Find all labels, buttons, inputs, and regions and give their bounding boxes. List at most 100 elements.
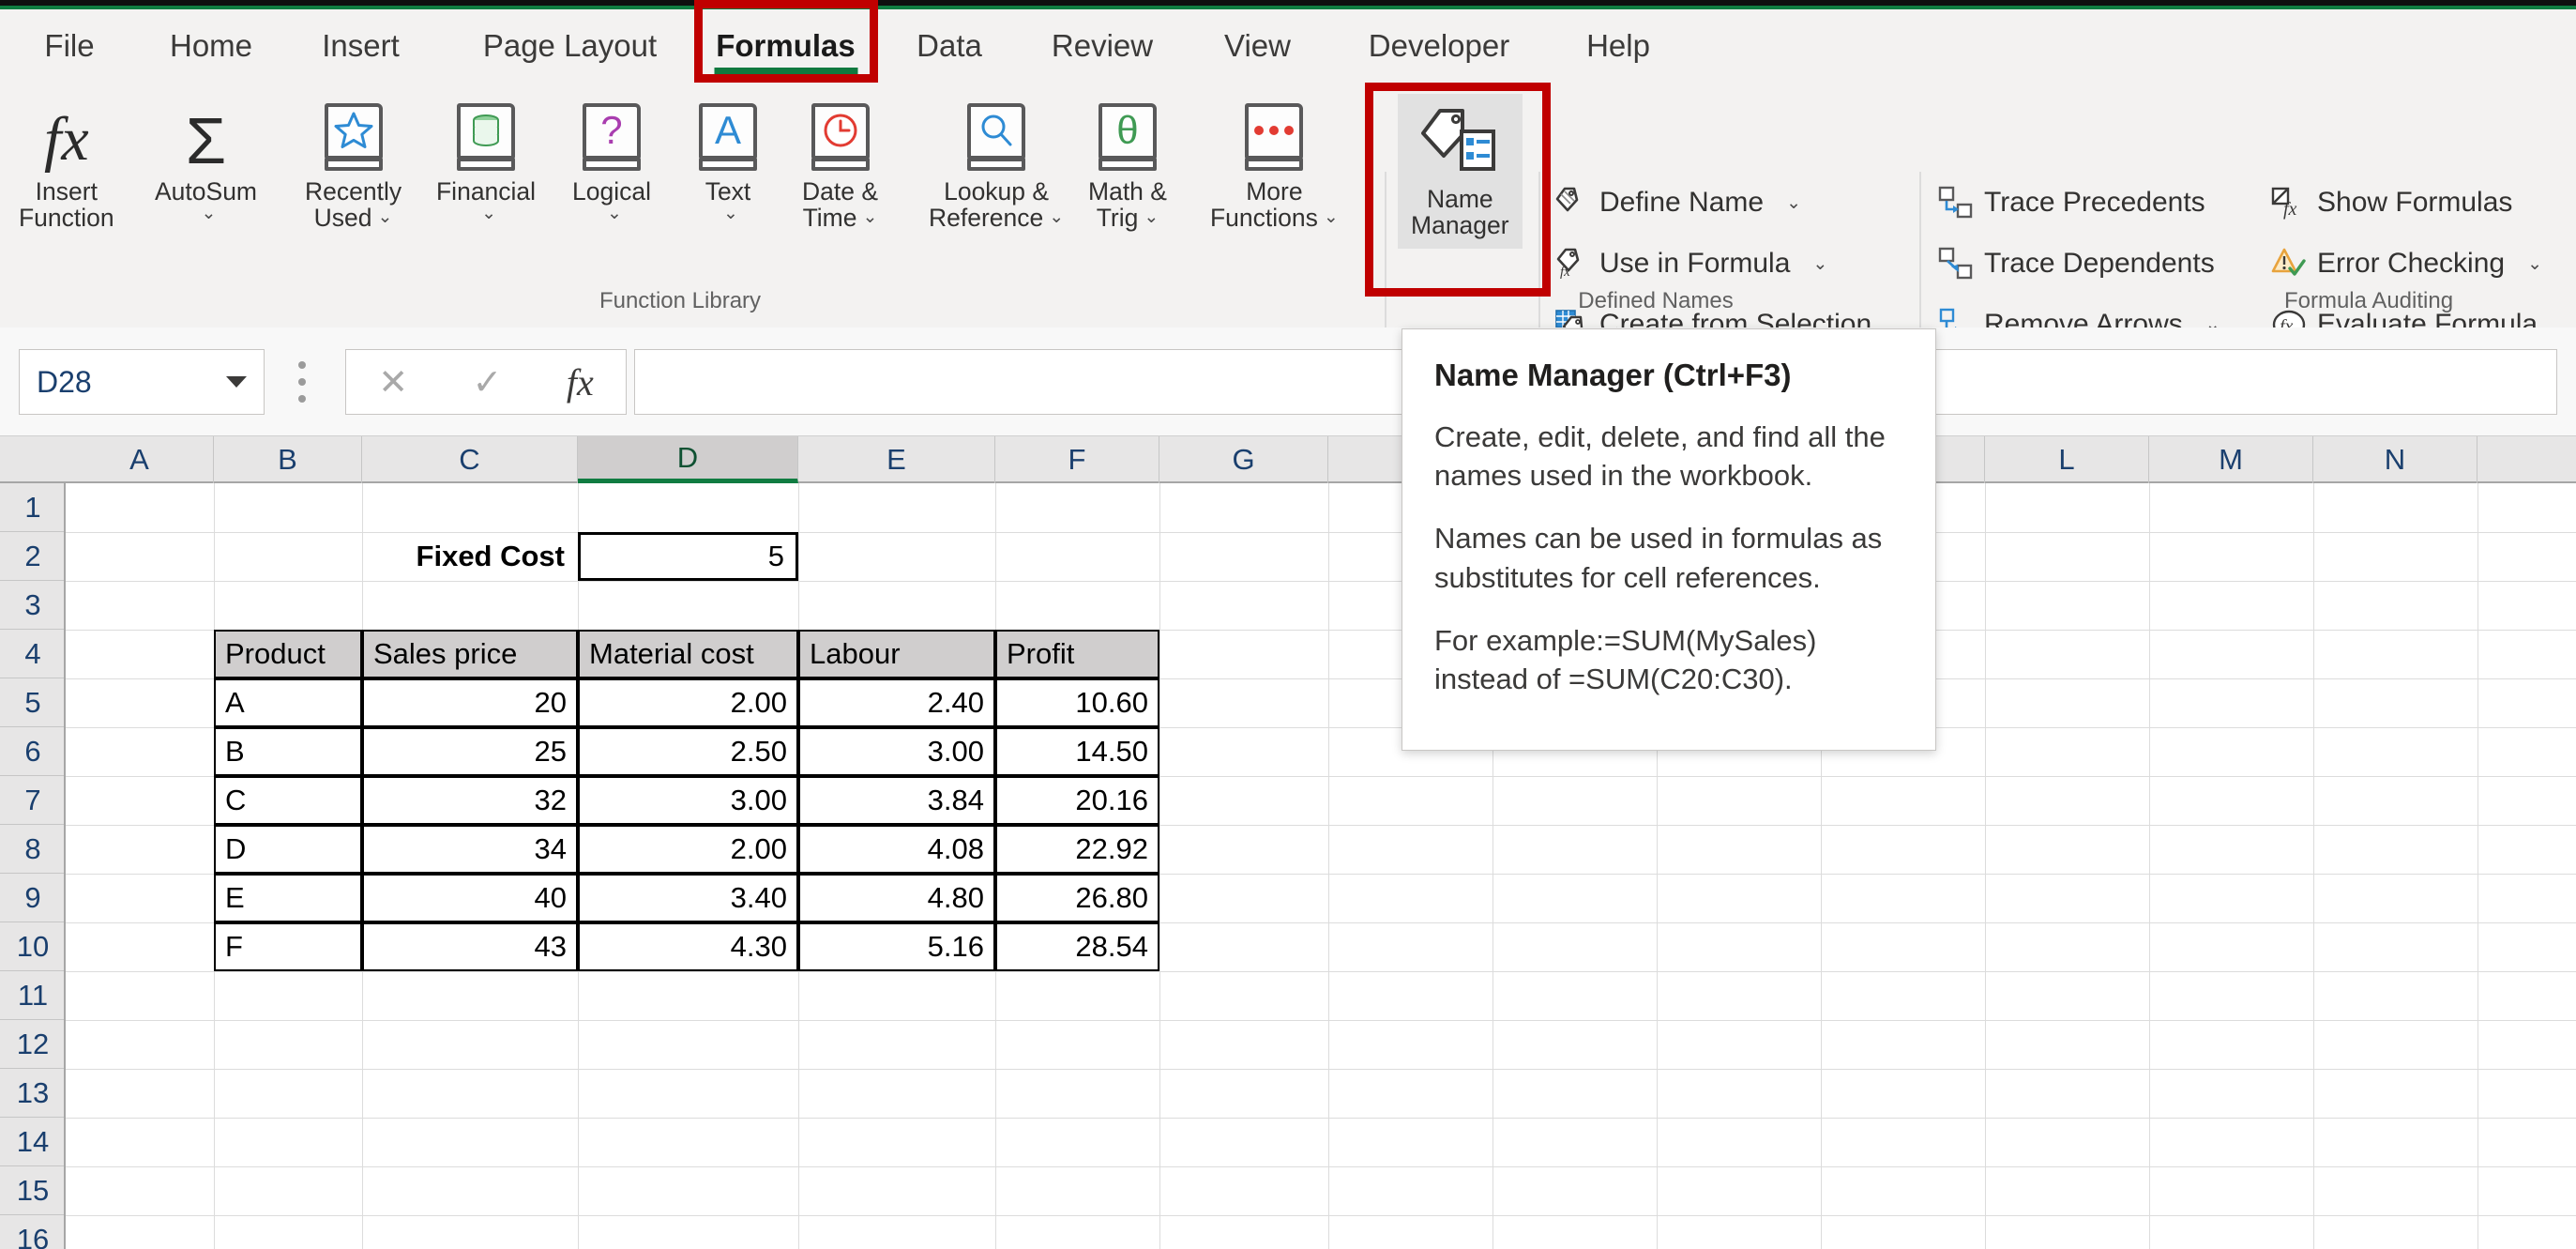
table-cell[interactable]: 26.80 bbox=[995, 874, 1159, 922]
chevron-down-icon[interactable]: ⌄ bbox=[202, 205, 217, 224]
chevron-down-icon[interactable]: ⌄ bbox=[481, 205, 496, 224]
column-header-A[interactable]: A bbox=[66, 436, 214, 483]
table-cell[interactable]: 3.84 bbox=[798, 776, 995, 825]
chevron-down-icon[interactable]: ⌄ bbox=[1812, 253, 1827, 275]
row-header-8[interactable]: 8 bbox=[0, 825, 66, 874]
worksheet-grid[interactable]: ABCDEFGHIJKLMN12345678910111213141516Fix… bbox=[0, 436, 2576, 1249]
ribbon-button-lookup-reference[interactable]: Lookup & Reference ⌄ bbox=[929, 98, 1064, 232]
chevron-down-icon[interactable]: ⌄ bbox=[378, 208, 393, 228]
ribbon-tab-developer[interactable]: Developer bbox=[1336, 9, 1542, 83]
table-cell[interactable]: F bbox=[214, 922, 362, 971]
row-header-13[interactable]: 13 bbox=[0, 1069, 66, 1118]
table-cell[interactable]: 4.30 bbox=[578, 922, 798, 971]
column-header-E[interactable]: E bbox=[798, 436, 995, 483]
ribbon-button-error-checking[interactable]: Error Checking ⌄ bbox=[2270, 242, 2542, 285]
table-cell[interactable]: 3.00 bbox=[578, 776, 798, 825]
ribbon-button-trace-dependents[interactable]: Trace Dependents bbox=[1937, 242, 2215, 285]
chevron-down-icon[interactable]: ⌄ bbox=[723, 205, 738, 224]
row-header-6[interactable]: 6 bbox=[0, 727, 66, 776]
ribbon-button-more-functions[interactable]: More Functions ⌄ bbox=[1210, 98, 1339, 232]
row-header-10[interactable]: 10 bbox=[0, 922, 66, 971]
table-header-labour[interactable]: Labour bbox=[798, 630, 995, 678]
table-cell[interactable]: 2.00 bbox=[578, 678, 798, 727]
row-header-4[interactable]: 4 bbox=[0, 630, 66, 678]
ribbon-button-math-trig[interactable]: θ Math & Trig ⌄ bbox=[1088, 98, 1167, 232]
table-cell[interactable]: 25 bbox=[362, 727, 578, 776]
ribbon-button-trace-precedents[interactable]: Trace Precedents bbox=[1937, 181, 2205, 224]
row-header-12[interactable]: 12 bbox=[0, 1020, 66, 1069]
table-header-product[interactable]: Product bbox=[214, 630, 362, 678]
table-cell[interactable]: C bbox=[214, 776, 362, 825]
table-cell[interactable]: 43 bbox=[362, 922, 578, 971]
row-header-7[interactable]: 7 bbox=[0, 776, 66, 825]
name-manager-button[interactable]: Name Manager bbox=[1398, 94, 1523, 249]
chevron-down-icon[interactable] bbox=[226, 376, 247, 388]
table-cell[interactable]: 4.80 bbox=[798, 874, 995, 922]
table-cell[interactable]: 2.40 bbox=[798, 678, 995, 727]
chevron-down-icon[interactable]: ⌄ bbox=[607, 205, 622, 224]
row-header-16[interactable]: 16 bbox=[0, 1215, 66, 1249]
ribbon-button-text[interactable]: A Text ⌄ bbox=[699, 98, 757, 224]
table-cell[interactable]: B bbox=[214, 727, 362, 776]
ribbon-button-autosum[interactable]: Σ AutoSum ⌄ bbox=[155, 98, 257, 224]
table-cell[interactable]: 2.00 bbox=[578, 825, 798, 874]
name-box[interactable]: D28 bbox=[19, 349, 265, 415]
row-header-15[interactable]: 15 bbox=[0, 1166, 66, 1215]
cell-D2-fixed-cost-value[interactable]: 5 bbox=[578, 532, 798, 581]
drag-handle-dots[interactable] bbox=[298, 361, 306, 403]
row-header-1[interactable]: 1 bbox=[0, 483, 66, 532]
cancel-icon[interactable]: ✕ bbox=[378, 361, 408, 404]
table-cell[interactable]: 2.50 bbox=[578, 727, 798, 776]
table-cell[interactable]: 5.16 bbox=[798, 922, 995, 971]
table-cell[interactable]: D bbox=[214, 825, 362, 874]
cell-C2-fixed-cost-label[interactable]: Fixed Cost bbox=[362, 532, 578, 581]
row-header-3[interactable]: 3 bbox=[0, 581, 66, 630]
table-cell[interactable]: 28.54 bbox=[995, 922, 1159, 971]
column-header-L[interactable]: L bbox=[1985, 436, 2149, 483]
ribbon-tab-file[interactable]: File bbox=[19, 9, 120, 83]
table-cell[interactable]: 40 bbox=[362, 874, 578, 922]
row-header-2[interactable]: 2 bbox=[0, 532, 66, 581]
column-header-N[interactable]: N bbox=[2313, 436, 2478, 483]
ribbon-tab-help[interactable]: Help bbox=[1567, 9, 1670, 83]
ribbon-button-use-in-formula[interactable]: fx Use in Formula ⌄ bbox=[1553, 242, 1827, 285]
table-cell[interactable]: A bbox=[214, 678, 362, 727]
chevron-down-icon[interactable]: ⌄ bbox=[1049, 208, 1064, 228]
column-header-F[interactable]: F bbox=[995, 436, 1159, 483]
ribbon-tab-view[interactable]: View bbox=[1204, 9, 1311, 83]
ribbon-tab-page-layout[interactable]: Page Layout bbox=[450, 9, 689, 83]
column-header-M[interactable]: M bbox=[2149, 436, 2313, 483]
table-cell[interactable]: 10.60 bbox=[995, 678, 1159, 727]
ribbon-tab-home[interactable]: Home bbox=[150, 9, 272, 83]
ribbon-tab-formulas[interactable]: Formulas bbox=[699, 9, 872, 83]
table-cell[interactable]: 3.00 bbox=[798, 727, 995, 776]
ribbon-button-insert-function[interactable]: fx Insert Function bbox=[19, 98, 114, 232]
column-header-B[interactable]: B bbox=[214, 436, 362, 483]
table-cell[interactable]: 3.40 bbox=[578, 874, 798, 922]
ribbon-button-logical[interactable]: ? Logical ⌄ bbox=[572, 98, 651, 224]
confirm-icon[interactable]: ✓ bbox=[473, 361, 503, 404]
column-header-D[interactable]: D bbox=[578, 436, 798, 483]
table-cell[interactable]: 14.50 bbox=[995, 727, 1159, 776]
ribbon-button-show-formulas[interactable]: fx Show Formulas bbox=[2270, 181, 2512, 224]
table-header-profit[interactable]: Profit bbox=[995, 630, 1159, 678]
ribbon-button-financial[interactable]: Financial ⌄ bbox=[436, 98, 536, 224]
table-cell[interactable]: E bbox=[214, 874, 362, 922]
row-header-9[interactable]: 9 bbox=[0, 874, 66, 922]
ribbon-tab-review[interactable]: Review bbox=[1027, 9, 1177, 83]
table-cell[interactable]: 34 bbox=[362, 825, 578, 874]
row-header-5[interactable]: 5 bbox=[0, 678, 66, 727]
table-header-sales-price[interactable]: Sales price bbox=[362, 630, 578, 678]
ribbon-button-recently-used[interactable]: Recently Used ⌄ bbox=[305, 98, 402, 232]
chevron-down-icon[interactable]: ⌄ bbox=[863, 208, 878, 228]
chevron-down-icon[interactable]: ⌄ bbox=[1786, 192, 1801, 214]
row-header-14[interactable]: 14 bbox=[0, 1118, 66, 1166]
row-header-11[interactable]: 11 bbox=[0, 971, 66, 1020]
table-cell[interactable]: 4.08 bbox=[798, 825, 995, 874]
chevron-down-icon[interactable]: ⌄ bbox=[2527, 253, 2542, 275]
chevron-down-icon[interactable]: ⌄ bbox=[1324, 208, 1339, 228]
column-header-G[interactable]: G bbox=[1159, 436, 1328, 483]
table-cell[interactable]: 20.16 bbox=[995, 776, 1159, 825]
table-cell[interactable]: 20 bbox=[362, 678, 578, 727]
table-cell[interactable]: 22.92 bbox=[995, 825, 1159, 874]
